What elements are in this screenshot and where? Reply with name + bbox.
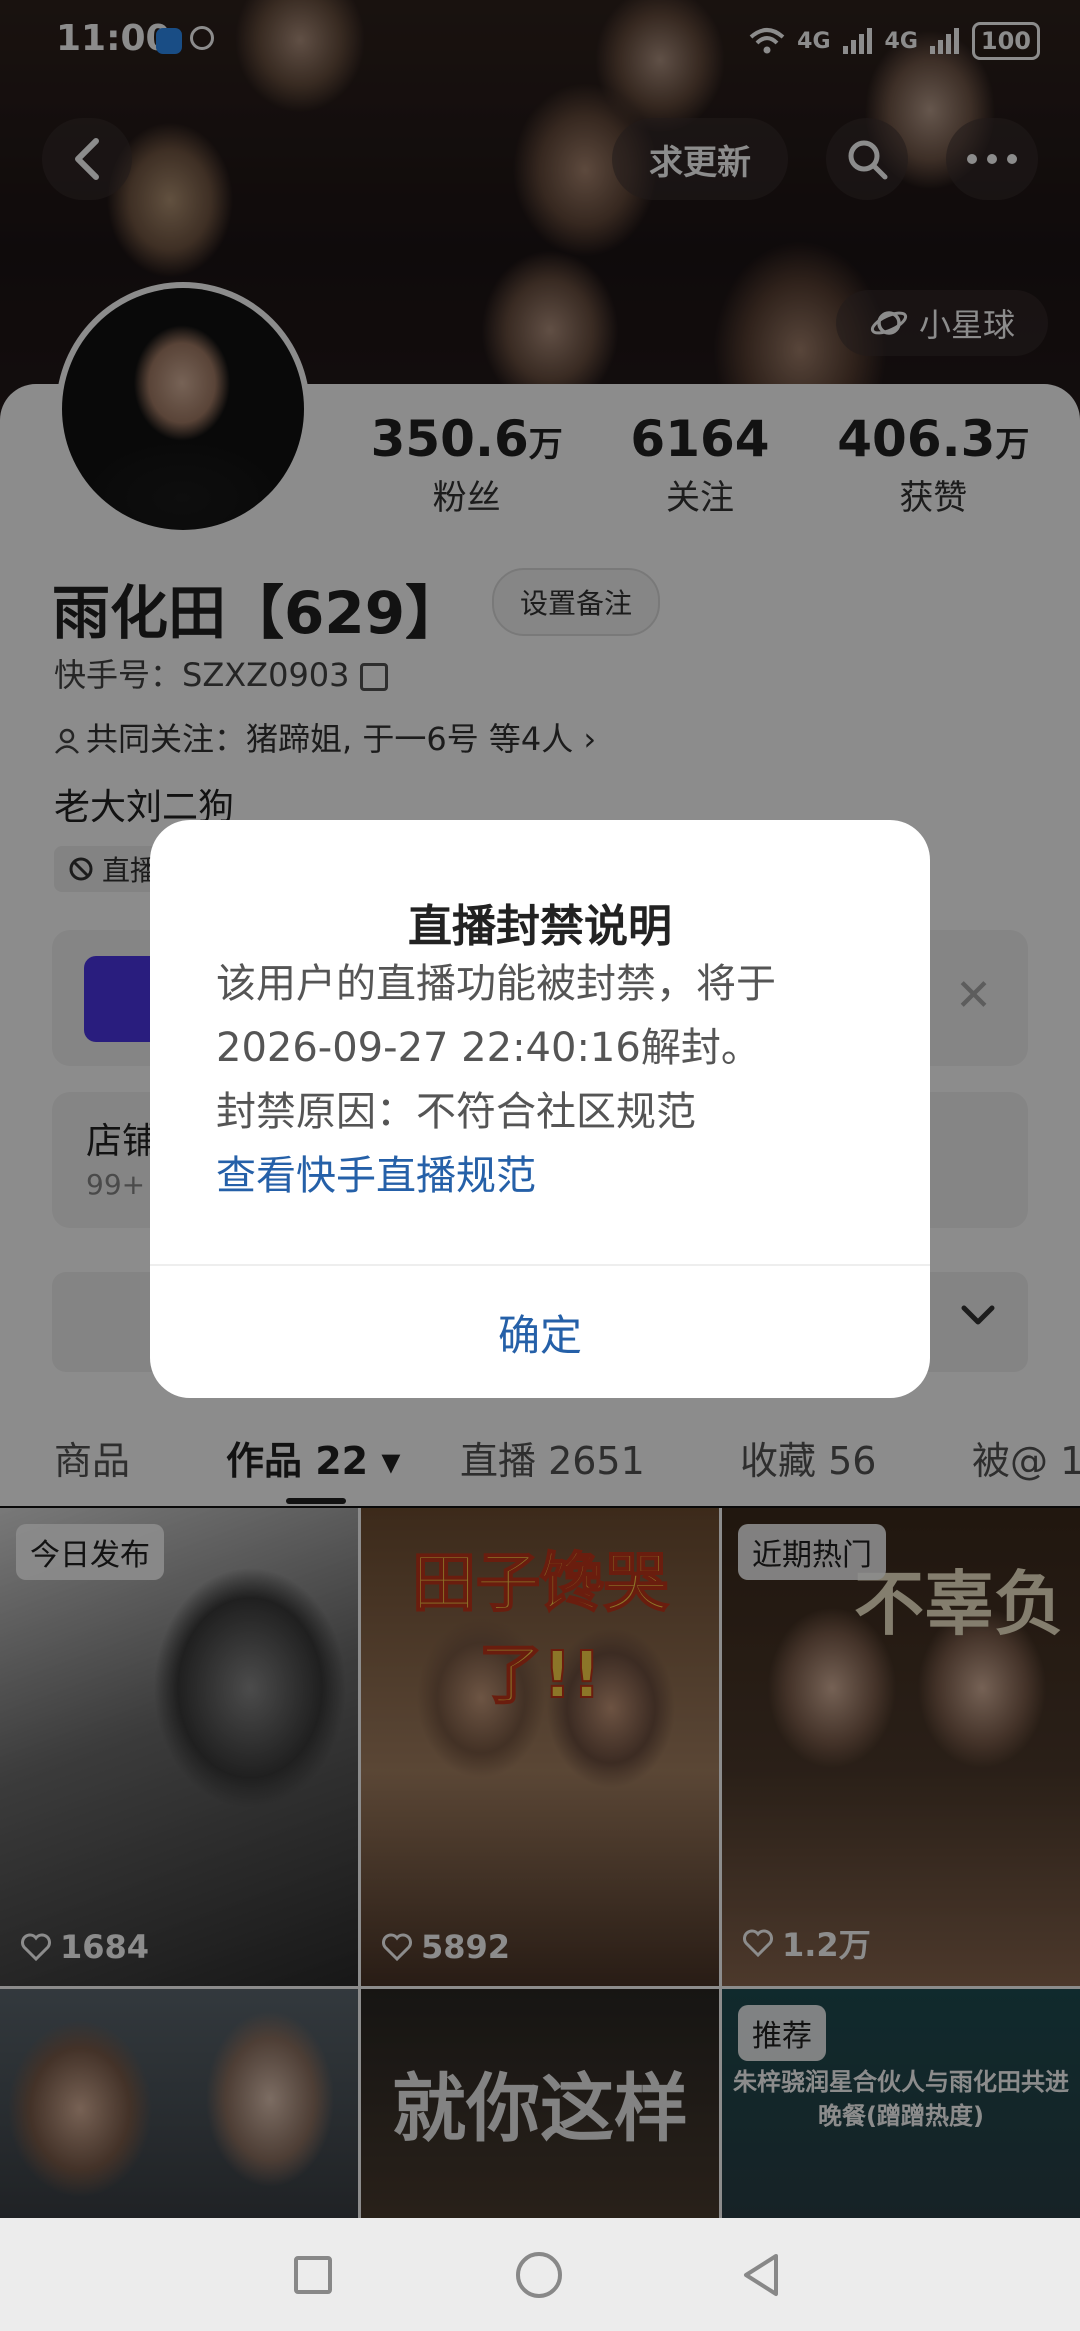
live-ban-dialog: 直播封禁说明 该用户的直播功能被封禁，将于 2026-09-27 22:40:1… (150, 820, 930, 1398)
system-nav-bar (0, 2218, 1080, 2331)
dialog-title: 直播封禁说明 (408, 901, 672, 952)
dialog-body: 该用户的直播功能被封禁，将于 2026-09-27 22:40:16解封。 封禁… (216, 952, 876, 1208)
dialog-line: 封禁原因：不符合社区规范 (216, 1089, 696, 1135)
screen: 11:00 4G 4G 100 求更新 小星球 350.6万 粉丝 6164 关… (0, 0, 1080, 2331)
back-triangle-icon[interactable] (740, 2252, 782, 2298)
recent-apps-icon[interactable] (294, 2256, 332, 2294)
dialog-line: 该用户的直播功能被封禁，将于 (216, 961, 776, 1007)
home-icon[interactable] (516, 2252, 562, 2298)
dialog-line: 2026-09-27 22:40:16解封。 (216, 1025, 761, 1071)
confirm-button[interactable]: 确定 (150, 1266, 930, 1398)
live-rules-link[interactable]: 查看快手直播规范 (216, 1144, 876, 1208)
